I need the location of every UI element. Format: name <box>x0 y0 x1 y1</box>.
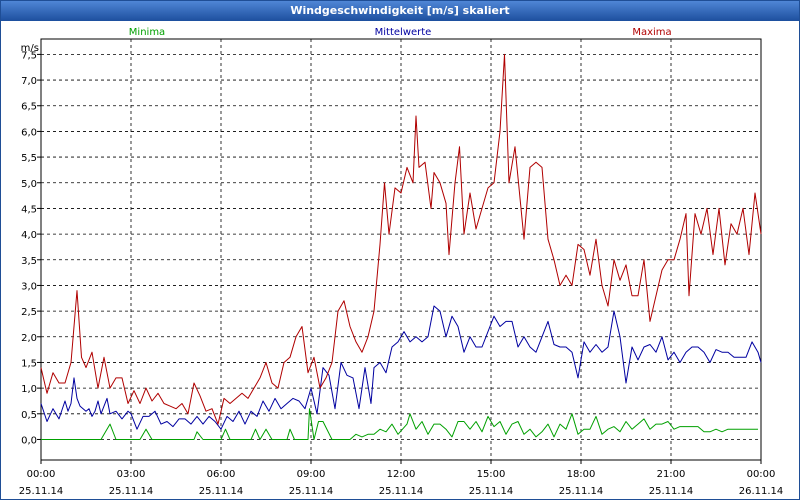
y-tick-label: 3,0 <box>21 281 37 292</box>
plot-area: 0,0 0,5 1,0 1,5 2,0 2,5 3,0 3,5 4,0 4,5 5,0 5,5 6,0 6… <box>19 27 784 497</box>
x-tick-date: 25.11.14 <box>649 486 694 497</box>
line-chart: 0,0 0,5 1,0 1,5 2,0 2,5 3,0 3,5 4,0 4,5 5,0 5,5 6,0 6… <box>19 27 784 497</box>
x-tick-time: 09:00 <box>297 469 326 480</box>
legend-entry-minima: Minima <box>129 27 165 38</box>
y-tick-label: 6,0 <box>21 127 37 138</box>
x-tick-date: 25.11.14 <box>19 486 64 497</box>
y-tick-label: 5,5 <box>21 153 37 164</box>
x-tick-time: 12:00 <box>387 469 416 480</box>
x-tick-time: 21:00 <box>657 469 686 480</box>
x-tick-time: 15:00 <box>477 469 506 480</box>
y-tick-label: 4,5 <box>21 204 37 215</box>
x-tick-date: 25.11.14 <box>289 486 334 497</box>
y-tick-label: 3,5 <box>21 256 37 267</box>
y-tick-label: 4,0 <box>21 230 37 241</box>
y-tick-label: 2,0 <box>21 333 37 344</box>
x-tick-date: 25.11.14 <box>469 486 514 497</box>
y-tick-label: 0,0 <box>21 435 37 446</box>
chart-window: Windgeschwindigkeit [m/s] skaliert 0,0 0,… <box>0 0 800 500</box>
x-tick-time: 06:00 <box>207 469 236 480</box>
x-tick-time: 00:00 <box>27 469 56 480</box>
y-tick-label: 1,0 <box>21 384 37 395</box>
x-tick-date: 25.11.14 <box>199 486 244 497</box>
x-tick-date: 26.11.14 <box>739 486 784 497</box>
y-axis-label: m/s <box>21 43 39 54</box>
y-tick-label: 2,5 <box>21 307 37 318</box>
x-tick-date: 25.11.14 <box>379 486 424 497</box>
y-tick-label: 6,5 <box>21 102 37 113</box>
x-tick-date: 25.11.14 <box>109 486 154 497</box>
x-tick-date: 25.11.14 <box>559 486 604 497</box>
y-tick-label: 0,5 <box>21 410 37 421</box>
y-tick-label: 5,0 <box>21 179 37 190</box>
legend-entry-mittelwerte: Mittelwerte <box>375 27 432 38</box>
x-tick-time: 00:00 <box>747 469 776 480</box>
x-tick-time: 18:00 <box>567 469 596 480</box>
y-tick-label: 1,5 <box>21 358 37 369</box>
x-tick-time: 03:00 <box>117 469 146 480</box>
legend-entry-maxima: Maxima <box>632 27 671 38</box>
y-tick-label: 7,0 <box>21 76 37 87</box>
